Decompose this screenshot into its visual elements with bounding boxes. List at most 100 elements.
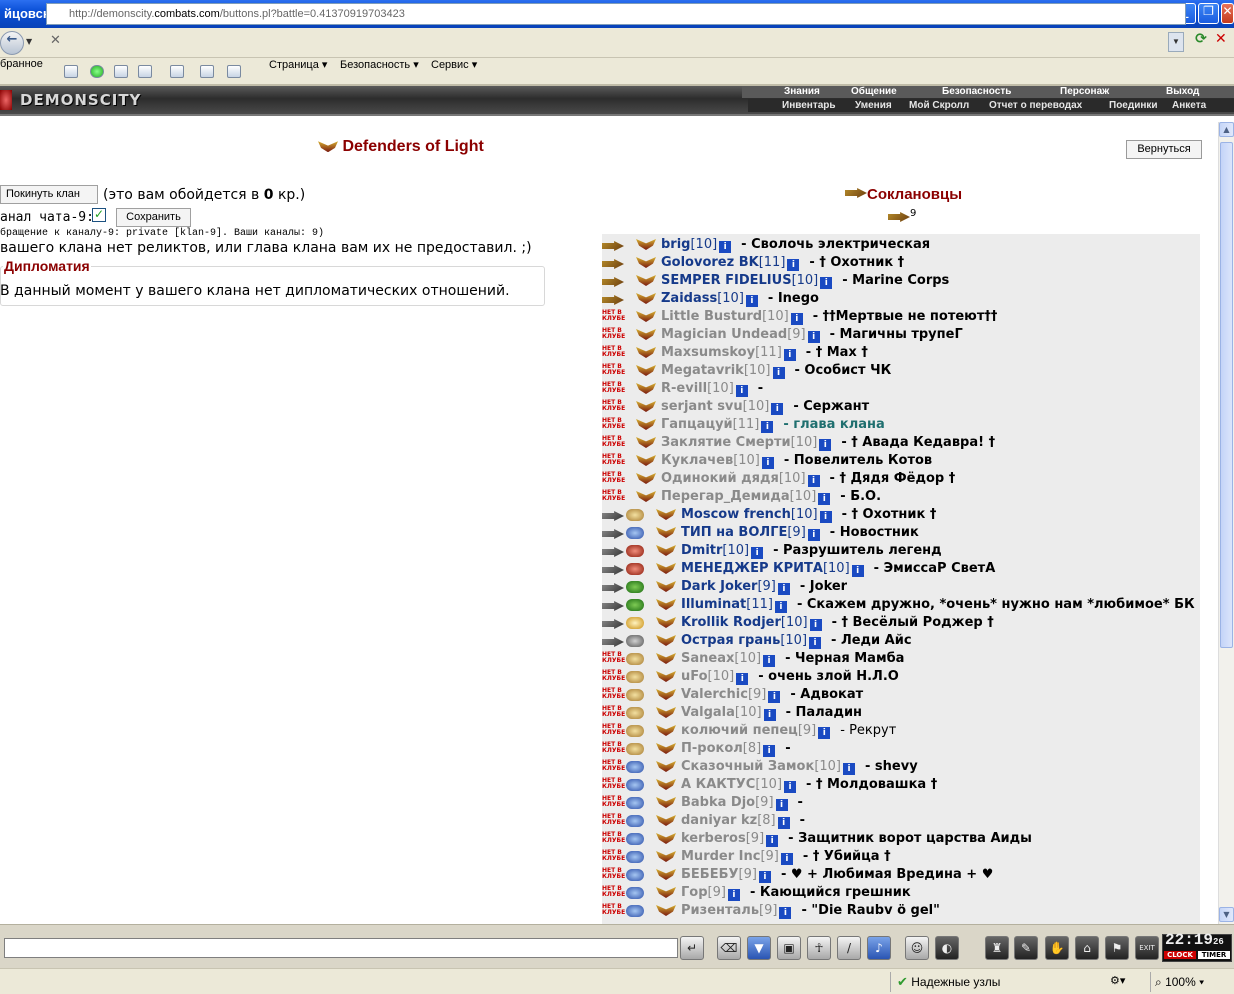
scroll-up-button[interactable]: ▲ — [1219, 122, 1234, 137]
info-icon[interactable]: i — [763, 709, 776, 721]
info-icon[interactable]: i — [809, 619, 822, 631]
info-icon[interactable]: i — [851, 565, 864, 577]
info-icon[interactable]: i — [727, 889, 740, 901]
info-icon[interactable]: i — [820, 277, 833, 289]
member-name[interactable]: Ризенталь — [681, 903, 759, 918]
info-icon[interactable]: i — [763, 655, 776, 667]
member-name[interactable]: Куклачев — [661, 453, 733, 468]
private-message-icon[interactable] — [602, 547, 624, 557]
menu-inventory[interactable]: Инвентарь — [782, 99, 836, 112]
chat-input[interactable] — [4, 938, 678, 958]
info-icon[interactable]: i — [772, 367, 785, 379]
bag-icon[interactable]: ♜ — [985, 936, 1009, 960]
member-name[interactable]: kerberos — [681, 831, 746, 846]
history-dropdown[interactable]: ▼ — [26, 37, 32, 46]
font-icon[interactable] — [170, 65, 184, 78]
menu-communication[interactable]: Общение — [851, 86, 897, 98]
info-icon[interactable]: i — [843, 763, 855, 775]
private-message-icon[interactable] — [602, 295, 624, 305]
private-message-icon[interactable] — [602, 637, 624, 647]
channel-checkbox[interactable]: ✓ — [92, 208, 106, 222]
member-name[interactable]: Острая грань — [681, 633, 780, 648]
info-icon[interactable]: i — [775, 799, 788, 811]
member-name[interactable]: Babka Djo — [681, 795, 755, 810]
info-icon[interactable]: i — [758, 871, 771, 883]
protected-mode-icon[interactable]: ⚙▾ — [1110, 974, 1125, 987]
eraser-icon[interactable]: ⌫ — [717, 936, 741, 960]
info-icon[interactable]: i — [784, 781, 797, 793]
close-button[interactable]: ✕ — [1221, 3, 1234, 24]
member-name[interactable]: Одинокий дядя — [661, 471, 779, 486]
info-icon[interactable]: i — [761, 457, 774, 469]
info-icon[interactable]: i — [768, 691, 781, 703]
info-icon[interactable]: i — [780, 853, 793, 865]
private-message-icon[interactable] — [602, 565, 624, 575]
member-name[interactable]: А КАКТУС — [681, 777, 755, 792]
info-icon[interactable]: i — [807, 529, 820, 541]
info-icon[interactable]: i — [819, 439, 832, 451]
info-icon[interactable]: i — [777, 583, 790, 595]
member-name[interactable]: Krollik Rodjer — [681, 615, 781, 630]
private-message-icon[interactable] — [602, 259, 624, 269]
flag-icon[interactable]: ⚑ — [1105, 936, 1129, 960]
rss-icon[interactable] — [200, 65, 214, 78]
save-log-icon[interactable]: ▣ — [777, 936, 801, 960]
menu-battles[interactable]: Поединки — [1109, 99, 1158, 112]
save-button[interactable]: Сохранить — [116, 208, 191, 227]
member-name[interactable]: Dmitr — [681, 543, 722, 558]
member-name[interactable]: Гор — [681, 885, 708, 900]
scroll-thumb[interactable] — [1220, 142, 1233, 648]
member-name[interactable]: Valerchic — [681, 687, 748, 702]
back-button[interactable]: ← — [0, 31, 24, 55]
print-icon[interactable] — [227, 65, 241, 78]
info-icon[interactable]: i — [761, 421, 774, 433]
member-name[interactable]: БЕБЕБУ — [681, 867, 739, 882]
info-icon[interactable]: i — [819, 511, 832, 523]
member-name[interactable]: ТИП на ВОЛГЕ — [681, 525, 787, 540]
member-name[interactable]: Saneax — [681, 651, 734, 666]
refresh-icon[interactable]: ⟳ — [1190, 31, 1212, 53]
private-message-icon[interactable] — [602, 241, 624, 251]
scroll-icon[interactable]: ✎ — [1014, 936, 1038, 960]
filter-icon[interactable]: ▼ — [747, 936, 771, 960]
member-name[interactable]: Zaidass — [661, 291, 717, 306]
member-name[interactable]: Заклятие Смерти — [661, 435, 791, 450]
favorites-label[interactable]: бранное — [0, 58, 43, 70]
member-name[interactable]: Murder Inc — [681, 849, 760, 864]
menu-exit[interactable]: Выход — [1166, 86, 1199, 98]
add-favorite-icon[interactable] — [90, 65, 104, 78]
menu-profile[interactable]: Анкета — [1172, 99, 1206, 112]
info-icon[interactable]: i — [807, 331, 820, 343]
member-name[interactable]: daniyar kz — [681, 813, 757, 828]
info-icon[interactable]: i — [809, 637, 822, 649]
feeds-icon[interactable] — [64, 65, 78, 78]
menu-skills[interactable]: Умения — [855, 99, 892, 112]
info-icon[interactable]: i — [790, 313, 803, 325]
info-icon[interactable]: i — [787, 259, 800, 271]
security-menu[interactable]: Безопасность ▾ — [340, 58, 419, 71]
info-icon[interactable]: i — [736, 673, 749, 685]
maximize-button[interactable]: ❐ — [1198, 3, 1219, 24]
speaker-icon[interactable]: ◐ — [935, 936, 959, 960]
member-name[interactable]: SEMPER FIDELIUS — [661, 273, 792, 288]
music-icon[interactable]: ♪ — [867, 936, 891, 960]
member-name[interactable]: Valgala — [681, 705, 735, 720]
private-message-icon[interactable] — [602, 619, 624, 629]
member-name[interactable]: serjant svu — [661, 399, 743, 414]
info-icon[interactable]: i — [783, 349, 796, 361]
zoom-control[interactable]: ⌕ 100% ▾ — [1150, 972, 1220, 992]
return-button[interactable]: Вернуться — [1126, 140, 1202, 159]
house-icon[interactable]: ⌂ — [1075, 936, 1099, 960]
info-icon[interactable]: i — [774, 601, 787, 613]
stop-icon[interactable]: ✕ — [1215, 31, 1233, 53]
member-name[interactable]: Magician Undead — [661, 327, 787, 342]
info-icon[interactable]: i — [763, 745, 776, 757]
info-icon[interactable]: i — [719, 241, 732, 253]
member-name[interactable]: Moscow french — [681, 507, 791, 522]
timer-tab[interactable]: TIMER — [1198, 951, 1230, 959]
menu-my-scroll[interactable]: Мой Скролл — [909, 99, 969, 112]
menu-knowledge[interactable]: Знания — [784, 86, 820, 98]
page-menu[interactable]: Страница ▾ — [269, 58, 327, 71]
info-icon[interactable]: i — [766, 835, 779, 847]
member-name[interactable]: Сказочный Замок — [681, 759, 814, 774]
